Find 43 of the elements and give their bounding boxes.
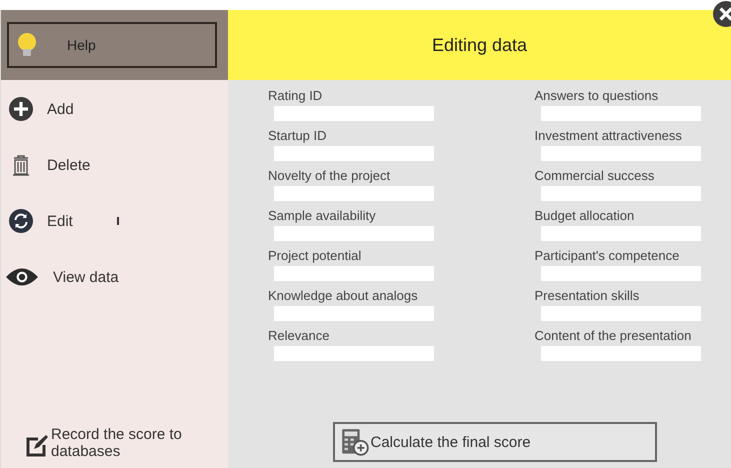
field-label: Presentation skills: [534, 288, 640, 303]
field-label: Investment attractiveness: [534, 128, 683, 143]
edit-icon: [25, 434, 49, 458]
field-label: Sample availability: [268, 208, 377, 223]
input-field[interactable]: [274, 346, 434, 361]
sidebar-item[interactable]: Edit: [1, 204, 228, 238]
field-label: Relevance: [268, 328, 330, 343]
help-button[interactable]: Help: [7, 22, 217, 68]
lightbulb-icon: [17, 32, 37, 58]
input-field[interactable]: [540, 346, 700, 361]
input-field[interactable]: [274, 106, 434, 121]
input-field[interactable]: [274, 226, 434, 241]
field-label: Rating ID: [268, 88, 324, 103]
field-label: Knowledge about analogs: [268, 288, 419, 303]
sidebar-item[interactable]: Delete: [1, 148, 228, 182]
field-label: Answers to questions: [534, 88, 660, 103]
record-score-button[interactable]: Record the score to databases: [1, 427, 211, 460]
plus-icon: [9, 97, 33, 121]
sidebar-item[interactable]: View data: [1, 260, 228, 294]
field-label: Project potential: [268, 248, 362, 263]
field-label: Content of the presentation: [534, 328, 692, 343]
text-cursor-icon: [116, 217, 119, 225]
sidebar-item[interactable]: Add: [1, 92, 228, 126]
field-label: Budget allocation: [534, 208, 636, 223]
field-label: Startup ID: [268, 128, 328, 143]
eye-icon: [5, 266, 39, 288]
input-field[interactable]: [540, 266, 700, 281]
input-field[interactable]: [540, 186, 700, 201]
field-label: Commercial success: [534, 168, 656, 183]
input-field[interactable]: [540, 226, 700, 241]
header-title: Editing data: [432, 34, 528, 56]
field-label: Novelty of the project: [268, 168, 392, 183]
input-field[interactable]: [274, 186, 434, 201]
calculator-icon: [340, 428, 368, 456]
input-field[interactable]: [540, 106, 700, 121]
input-field[interactable]: [540, 146, 700, 161]
input-field[interactable]: [274, 146, 434, 161]
field-label: Participant's competence: [534, 248, 680, 263]
input-field[interactable]: [274, 306, 434, 321]
input-field[interactable]: [540, 306, 700, 321]
input-field[interactable]: [274, 266, 434, 281]
calculate-button[interactable]: Calculate the final score: [332, 422, 656, 462]
refresh-icon: [9, 209, 33, 233]
